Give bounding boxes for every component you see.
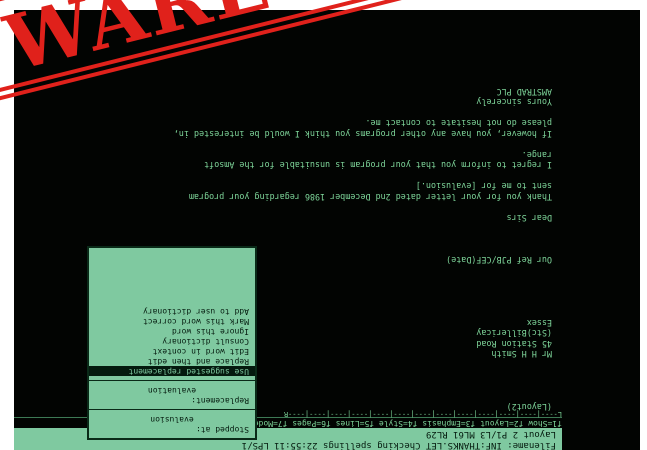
replacement-input[interactable]: evaluation bbox=[95, 385, 249, 395]
doc-line: range. bbox=[521, 150, 552, 160]
doc-line bbox=[32, 108, 552, 119]
menu-item-replace-edit[interactable]: Replace and then edit bbox=[89, 356, 255, 366]
stopped-section: Stopped at: evalusion bbox=[89, 409, 255, 438]
doc-line: If however, you have any other programs … bbox=[173, 129, 552, 139]
doc-line-flagged: sent to me for [evalusion.] bbox=[415, 181, 552, 192]
menu-item-add-user-dictionary[interactable]: Add to user dictionary bbox=[89, 306, 255, 316]
spell-check-panel: Stopped at: evalusion Replacement: evalu… bbox=[87, 246, 257, 440]
doc-line: Thank you for your letter dated 2nd Dece… bbox=[188, 192, 552, 202]
doc-line: Yours sincerely bbox=[476, 97, 552, 108]
doc-line: I regret to inform you that your program… bbox=[204, 160, 552, 171]
doc-line bbox=[32, 139, 552, 150]
replacement-section: Replacement: evaluation bbox=[89, 380, 255, 409]
doc-line: Dear Sirs bbox=[506, 213, 552, 223]
doc-line bbox=[32, 223, 552, 234]
doc-line bbox=[32, 234, 552, 245]
doc-line bbox=[32, 171, 552, 182]
crt-screen: Filename: INF:THANKS.LET Checking spelli… bbox=[14, 10, 640, 450]
menu-item-mark-correct[interactable]: Mark this word correct bbox=[89, 316, 255, 326]
spell-options-menu: Use suggested replacement Replace and th… bbox=[89, 306, 255, 380]
photo-frame: Filename: INF:THANKS.LET Checking spelli… bbox=[0, 0, 647, 450]
menu-item-use-suggested[interactable]: Use suggested replacement bbox=[89, 366, 255, 376]
doc-line bbox=[32, 202, 552, 213]
replacement-label: Replacement: bbox=[191, 396, 249, 405]
menu-item-ignore-word[interactable]: Ignore this word bbox=[89, 326, 255, 336]
doc-line: AMSTRAD PLC bbox=[496, 87, 552, 97]
menu-item-edit-context[interactable]: Edit word in context bbox=[89, 346, 255, 356]
status-line-1: Filename: INF:THANKS.LET Checking spelli… bbox=[241, 440, 556, 450]
stopped-label: Stopped at: bbox=[196, 425, 249, 434]
stopped-word: evalusion bbox=[150, 415, 194, 424]
doc-line: please do not hesitate to contact me. bbox=[365, 118, 552, 129]
menu-item-consult-dictionary[interactable]: Consult dictionary bbox=[89, 336, 255, 346]
